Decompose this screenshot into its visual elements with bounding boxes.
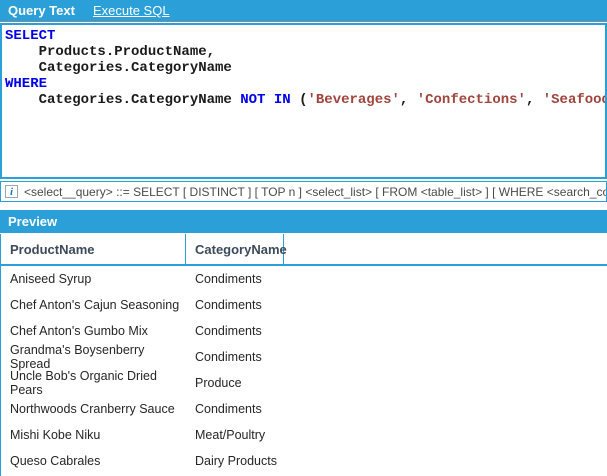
table-row[interactable]: Mishi Kobe NikuMeat/Poultry xyxy=(1,422,607,448)
query-toolbar: Query Text Execute SQL xyxy=(0,0,607,22)
table-row[interactable]: Chef Anton's Cajun SeasoningCondiments xyxy=(1,292,607,318)
cell-product-name: Queso Cabrales xyxy=(1,454,186,468)
cell-product-name: Mishi Kobe Niku xyxy=(1,428,186,442)
cell-product-name: Grandma's Boysenberry Spread xyxy=(1,343,186,371)
table-row[interactable]: Aniseed SyrupCondiments xyxy=(1,266,607,292)
sql-line: Categories.CategoryName xyxy=(5,60,605,76)
table-row[interactable]: Uncle Bob's Organic Dried PearsProduce xyxy=(1,370,607,396)
column-header-categoryname[interactable]: CategoryName xyxy=(186,234,284,264)
cell-product-name: Aniseed Syrup xyxy=(1,272,186,286)
column-header-productname[interactable]: ProductName xyxy=(1,234,186,264)
sql-token-str: 'Confections' xyxy=(417,92,526,108)
cell-category-name: Condiments xyxy=(186,350,386,364)
sql-token-plain: ( xyxy=(291,92,308,108)
sql-token-kw: SELECT xyxy=(5,28,55,44)
sql-token-plain: Categories.CategoryName xyxy=(5,92,240,108)
sql-token-kw: NOT IN xyxy=(240,92,290,108)
cell-category-name: Condiments xyxy=(186,402,386,416)
cell-category-name: Meat/Poultry xyxy=(186,428,386,442)
sql-token-kw: WHERE xyxy=(5,76,47,92)
results-grid-header: ProductName CategoryName xyxy=(1,234,607,266)
cell-product-name: Chef Anton's Cajun Seasoning xyxy=(1,298,186,312)
sql-token-plain: Products.ProductName, xyxy=(5,44,215,60)
sql-token-plain: , xyxy=(526,92,543,108)
execute-sql-link[interactable]: Execute SQL xyxy=(93,3,170,18)
sql-token-plain: Categories.CategoryName xyxy=(5,60,232,76)
sql-line: Products.ProductName, xyxy=(5,44,605,60)
sql-line: WHERE xyxy=(5,76,605,92)
results-grid: ProductName CategoryName Aniseed SyrupCo… xyxy=(0,234,607,476)
syntax-hint-text: <select__query> ::= SELECT [ DISTINCT ] … xyxy=(24,185,606,199)
cell-category-name: Dairy Products xyxy=(186,454,386,468)
table-row[interactable]: Queso CabralesDairy Products xyxy=(1,448,607,474)
cell-category-name: Condiments xyxy=(186,324,386,338)
sql-token-str: 'Beverages' xyxy=(307,92,399,108)
table-row[interactable]: Grandma's Boysenberry SpreadCondiments xyxy=(1,344,607,370)
info-icon: i xyxy=(5,185,18,198)
cell-category-name: Produce xyxy=(186,376,386,390)
preview-header-bar: Preview xyxy=(0,210,607,233)
results-grid-body: Aniseed SyrupCondimentsChef Anton's Caju… xyxy=(1,266,607,474)
cell-product-name: Uncle Bob's Organic Dried Pears xyxy=(1,369,186,397)
cell-product-name: Northwoods Cranberry Sauce xyxy=(1,402,186,416)
table-row[interactable]: Northwoods Cranberry SauceCondiments xyxy=(1,396,607,422)
sql-line: Categories.CategoryName NOT IN ('Beverag… xyxy=(5,92,605,108)
cell-category-name: Condiments xyxy=(186,298,386,312)
cell-category-name: Condiments xyxy=(186,272,386,286)
cell-product-name: Chef Anton's Gumbo Mix xyxy=(1,324,186,338)
sql-token-str: 'Seafood' xyxy=(543,92,607,108)
sql-line: SELECT xyxy=(5,28,605,44)
table-row[interactable]: Chef Anton's Gumbo MixCondiments xyxy=(1,318,607,344)
syntax-info-bar: i <select__query> ::= SELECT [ DISTINCT … xyxy=(0,181,607,202)
tab-query-text[interactable]: Query Text xyxy=(8,3,75,18)
preview-title: Preview xyxy=(8,214,57,229)
sql-query-editor[interactable]: SELECT Products.ProductName, Categories.… xyxy=(0,23,607,179)
sql-token-plain: , xyxy=(400,92,417,108)
